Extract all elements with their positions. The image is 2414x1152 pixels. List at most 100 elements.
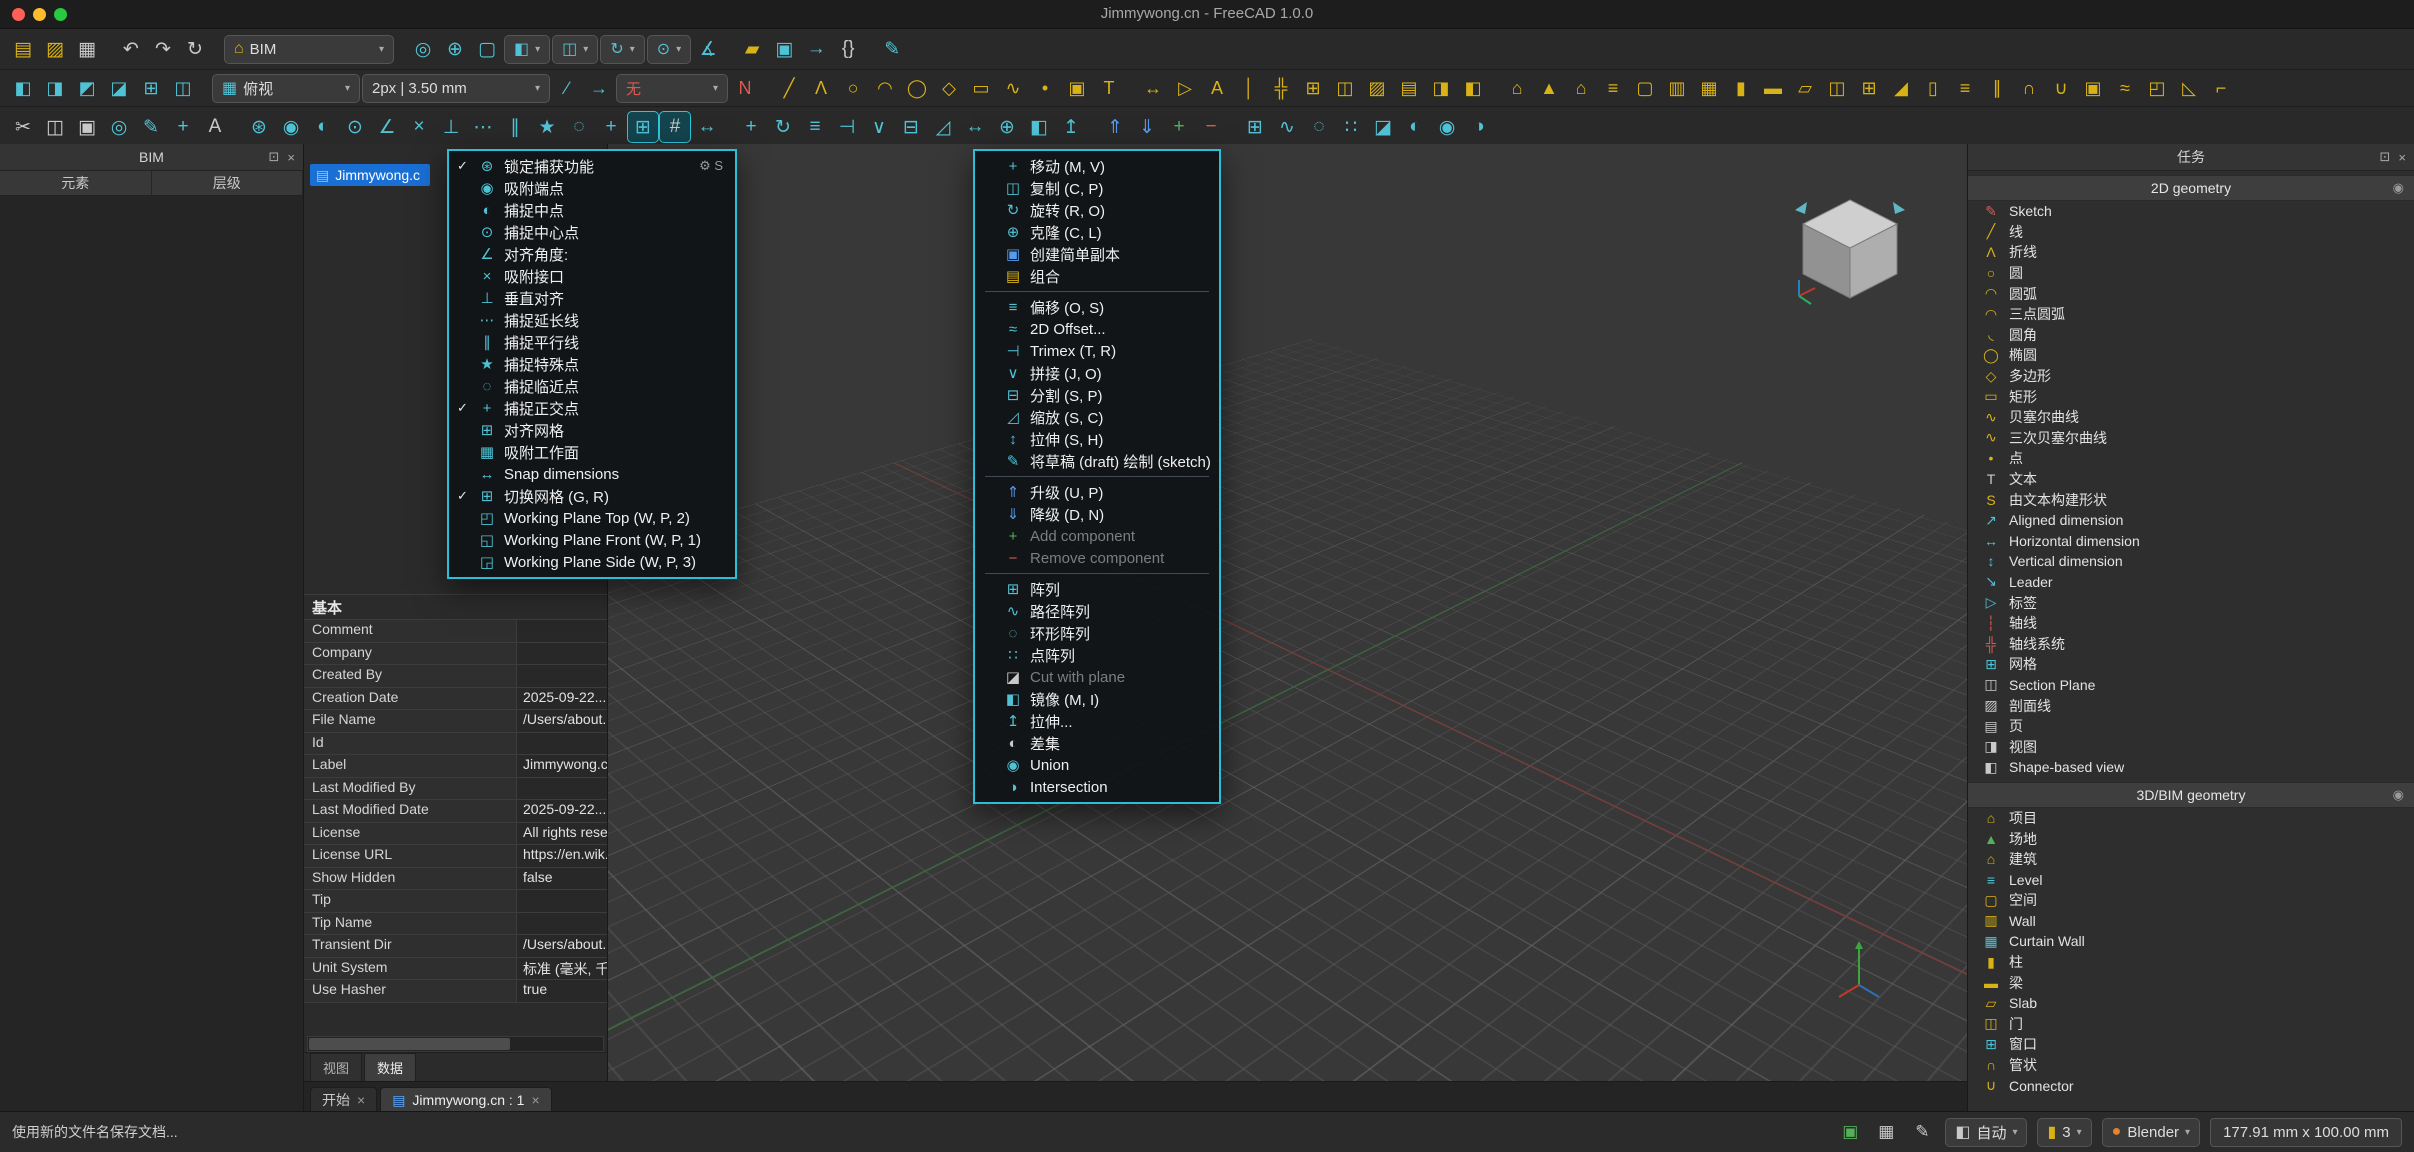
task-item[interactable]: ▨剖面线 xyxy=(1968,695,2414,716)
property-value[interactable]: All rights rese... xyxy=(517,823,607,845)
modify-menu-item[interactable]: ⊕克隆 (C, L) xyxy=(975,221,1219,243)
window-button[interactable]: ⊞ xyxy=(1854,74,1884,102)
draft-arc-button[interactable]: ◠ xyxy=(870,74,900,102)
modify-menu-item[interactable]: ◌环形阵列 xyxy=(975,622,1219,644)
intersection-button[interactable]: ◑ xyxy=(1464,112,1494,142)
task-item[interactable]: ⌂项目 xyxy=(1968,808,2414,829)
draw-style-selector[interactable]: ◧▾ xyxy=(504,35,550,64)
site-button[interactable]: ▲ xyxy=(1534,74,1564,102)
wall-button[interactable]: ▥ xyxy=(1662,74,1692,102)
workingplane-selector[interactable]: ◧自动▾ xyxy=(1945,1118,2027,1147)
redo-button[interactable]: ↷ xyxy=(148,34,178,64)
property-value[interactable]: true xyxy=(517,980,607,1002)
remove-point-button[interactable]: − xyxy=(1196,112,1226,142)
text-button[interactable]: A xyxy=(1202,74,1232,102)
task-item[interactable]: ╬轴线系统 xyxy=(1968,633,2414,654)
task-item[interactable]: ⌂建筑 xyxy=(1968,849,2414,870)
modify-menu-item[interactable]: ↥拉伸... xyxy=(975,710,1219,732)
property-value[interactable]: 2025-09-22... xyxy=(517,688,607,710)
add-point-button[interactable]: + xyxy=(1164,112,1194,142)
task-item[interactable]: ┆轴线 xyxy=(1968,613,2414,634)
scrollbar-thumb[interactable] xyxy=(309,1038,510,1050)
task-item[interactable]: ↘Leader xyxy=(1968,572,2414,593)
task-item[interactable]: ∿贝塞尔曲线 xyxy=(1968,407,2414,428)
modify-menu-item[interactable]: ◐差集 xyxy=(975,732,1219,754)
task-item[interactable]: Λ折线 xyxy=(1968,242,2414,263)
rotate-button[interactable]: ↻ xyxy=(768,112,798,142)
line-style-button[interactable]: ∕ xyxy=(552,74,582,102)
snap-intersection-button[interactable]: × xyxy=(404,112,434,142)
snap-grid-toggle[interactable]: ⊞ xyxy=(628,112,658,142)
property-value[interactable]: Jimmywong.c... xyxy=(517,755,607,777)
float-panel-icon[interactable]: ⊡ xyxy=(2380,149,2391,165)
trimex-button[interactable]: ⊣ xyxy=(832,112,862,142)
shape-view-button[interactable]: ◧ xyxy=(1458,74,1488,102)
snap-menu-item[interactable]: ▦吸附工作面 xyxy=(449,441,735,463)
task-item[interactable]: ◠三点圆弧 xyxy=(1968,304,2414,325)
task-item[interactable]: ⊞网格 xyxy=(1968,654,2414,675)
grid-size-selector[interactable]: ▮3▾ xyxy=(2037,1118,2091,1147)
task-item[interactable]: ≡Level xyxy=(1968,869,2414,890)
modify-menu-item[interactable]: ⊞阵列 xyxy=(975,578,1219,600)
move-button[interactable]: + xyxy=(736,112,766,142)
view-preset-selector[interactable]: ▦俯视▾ xyxy=(212,74,360,103)
stairs-button[interactable]: ≡ xyxy=(1950,74,1980,102)
property-value[interactable] xyxy=(517,890,607,912)
snap-lock-button[interactable]: ⊛ xyxy=(244,112,274,142)
union-button[interactable]: ◉ xyxy=(1432,112,1462,142)
page-button[interactable]: ▤ xyxy=(1394,74,1424,102)
task-item[interactable]: ↗Aligned dimension xyxy=(1968,510,2414,531)
modify-menu-item[interactable]: ◑Intersection xyxy=(975,776,1219,798)
modify-menu-item[interactable]: +移动 (M, V) xyxy=(975,155,1219,177)
split-button[interactable]: ⊟ xyxy=(896,112,926,142)
task-item[interactable]: ◫门 xyxy=(1968,1014,2414,1035)
modify-menu-item[interactable]: ⇑升级 (U, P) xyxy=(975,481,1219,503)
draft-line-button[interactable]: ╱ xyxy=(774,74,804,102)
grid-toggle[interactable]: # xyxy=(660,112,690,142)
property-value[interactable] xyxy=(517,620,607,642)
building-button[interactable]: ⌂ xyxy=(1566,74,1596,102)
dimension-button[interactable]: ↔ xyxy=(1138,74,1168,102)
tab-view[interactable]: 视图 xyxy=(310,1053,362,1081)
paste-button[interactable]: ▣ xyxy=(72,112,102,142)
box-zoom-button[interactable]: ▢ xyxy=(472,34,502,64)
downgrade-button[interactable]: ⇓ xyxy=(1132,112,1162,142)
property-value[interactable] xyxy=(517,913,607,935)
point-array-button[interactable]: ∷ xyxy=(1336,112,1366,142)
snap-parallel-button[interactable]: ∥ xyxy=(500,112,530,142)
array-button[interactable]: ⊞ xyxy=(1240,112,1270,142)
snap-angle-button[interactable]: ∠ xyxy=(372,112,402,142)
draft-polygon-button[interactable]: ◇ xyxy=(934,74,964,102)
modify-menu-item[interactable]: ↻旋转 (R, O) xyxy=(975,199,1219,221)
snap-menu-item[interactable]: ⊞对齐网格 xyxy=(449,419,735,441)
float-panel-icon[interactable]: ⊡ xyxy=(269,149,280,165)
property-value[interactable]: 2025-09-22... xyxy=(517,800,607,822)
modify-menu-item[interactable]: ◫复制 (C, P) xyxy=(975,177,1219,199)
snap-menu-item[interactable]: ✓⊞切换网格 (G, R) xyxy=(449,485,735,507)
texture-button[interactable]: ▰ xyxy=(737,34,767,64)
modify-menu-item[interactable]: ◿缩放 (S, C) xyxy=(975,406,1219,428)
tab-data[interactable]: 数据 xyxy=(364,1053,416,1081)
snap-menu-item[interactable]: ✓+捕捉正交点 xyxy=(449,397,735,419)
addon-status-icon[interactable]: ▣ xyxy=(1837,1119,1863,1145)
snap-menu-item[interactable]: ◐捕捉中点 xyxy=(449,199,735,221)
snap-menu-item[interactable]: ◰Working Plane Top (W, P, 2) xyxy=(449,507,735,529)
select-group-button[interactable]: ◎ xyxy=(104,112,134,142)
task-item[interactable]: S由文本构建形状 xyxy=(1968,489,2414,510)
railing-button[interactable]: ∥ xyxy=(1982,74,2012,102)
rebar-button[interactable]: ≈ xyxy=(2110,74,2140,102)
close-icon[interactable]: × xyxy=(357,1092,365,1108)
snap-ortho-button[interactable]: + xyxy=(596,112,626,142)
view-2d-button[interactable]: ◨ xyxy=(1426,74,1456,102)
zoom-selector[interactable]: ⊙▾ xyxy=(647,35,691,64)
document-tab[interactable]: ▤Jimmywong.cn : 1× xyxy=(380,1087,551,1112)
task-item[interactable]: ▱Slab xyxy=(1968,993,2414,1014)
property-value[interactable] xyxy=(517,665,607,687)
task-item[interactable]: •点 xyxy=(1968,448,2414,469)
task-item[interactable]: ▲场地 xyxy=(1968,828,2414,849)
path-array-button[interactable]: ∿ xyxy=(1272,112,1302,142)
draft-ellipse-button[interactable]: ◯ xyxy=(902,74,932,102)
construction-mode-button[interactable]: N xyxy=(730,74,760,102)
modify-menu-item[interactable]: ↕拉伸 (S, H) xyxy=(975,428,1219,450)
task-item[interactable]: ▢空间 xyxy=(1968,890,2414,911)
